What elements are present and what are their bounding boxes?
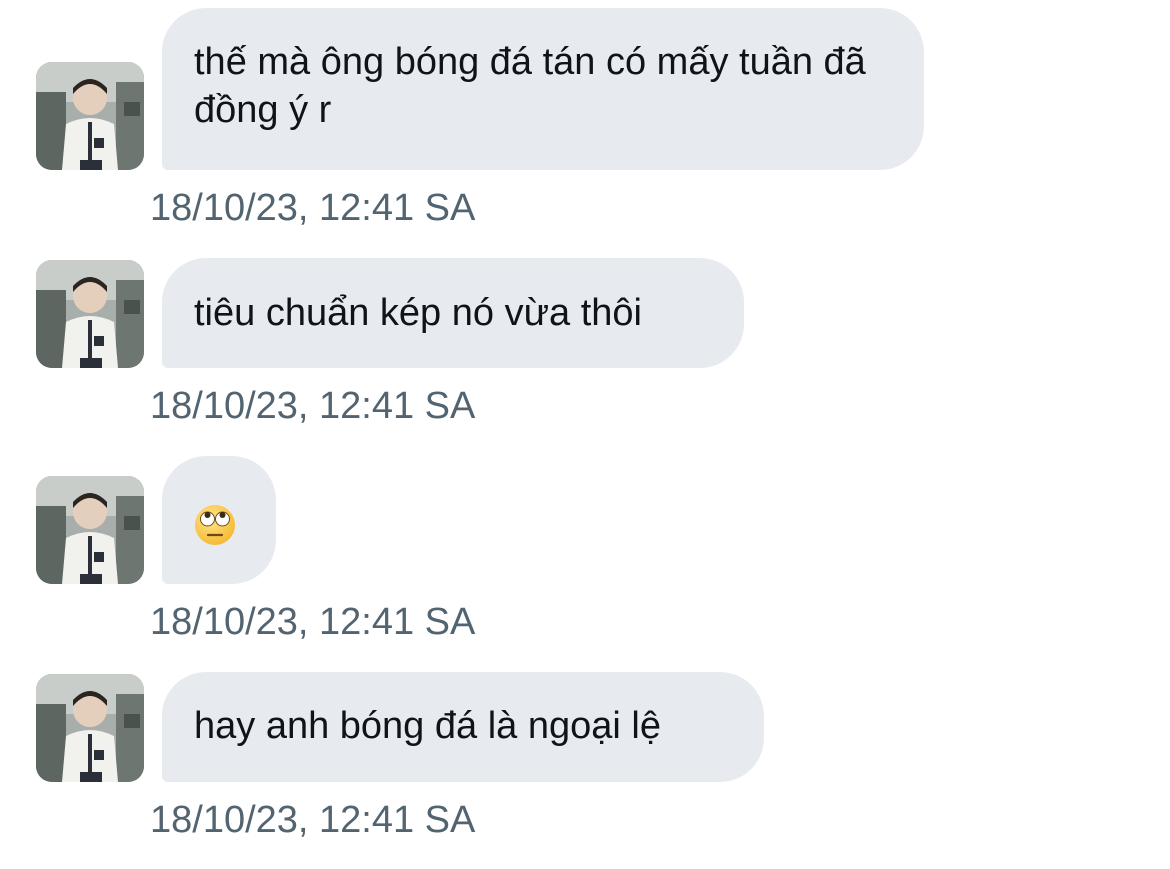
message-timestamp: 18/10/23, 12:41 SA bbox=[150, 385, 476, 427]
avatar[interactable] bbox=[36, 62, 144, 170]
message-timestamp: 18/10/23, 12:41 SA bbox=[150, 799, 476, 841]
avatar[interactable] bbox=[36, 260, 144, 368]
message-timestamp: 18/10/23, 12:41 SA bbox=[150, 187, 476, 229]
face-with-rolling-eyes-icon bbox=[194, 504, 236, 546]
message-timestamp: 18/10/23, 12:41 SA bbox=[150, 601, 476, 643]
message-text: tiêu chuẩn kép nó vừa thôi bbox=[194, 292, 642, 334]
message-text: thế mà ông bóng đá tán có mấy tuần đã đồ… bbox=[194, 41, 866, 131]
message-text: hay anh bóng đá là ngoại lệ bbox=[194, 705, 661, 747]
message-bubble[interactable] bbox=[162, 456, 276, 584]
message-bubble[interactable]: tiêu chuẩn kép nó vừa thôi bbox=[162, 258, 744, 368]
avatar[interactable] bbox=[36, 674, 144, 782]
avatar[interactable] bbox=[36, 476, 144, 584]
message-bubble[interactable]: thế mà ông bóng đá tán có mấy tuần đã đồ… bbox=[162, 8, 924, 170]
message-bubble[interactable]: hay anh bóng đá là ngoại lệ bbox=[162, 672, 764, 782]
